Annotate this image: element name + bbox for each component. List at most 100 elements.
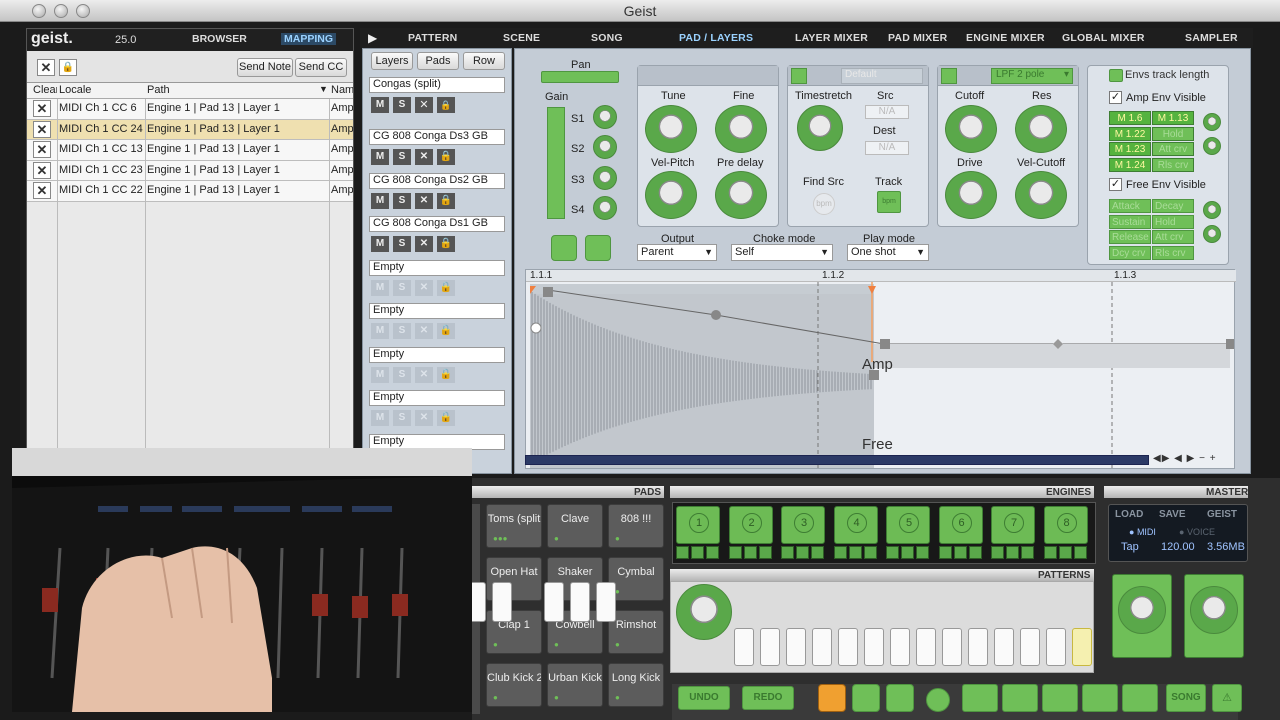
engine-step[interactable] — [706, 546, 719, 559]
pad-button[interactable]: Toms (split ●●● — [486, 504, 542, 548]
free-env-param-slot[interactable]: Dcy crv — [1109, 245, 1151, 260]
layer-name-field[interactable]: CG 808 Conga Ds2 GB — [369, 172, 505, 189]
engine-step[interactable] — [728, 546, 742, 559]
pattern-slot[interactable] — [596, 582, 616, 622]
pre-delay-knob[interactable] — [715, 171, 767, 219]
song-mode-button[interactable]: SONG — [1166, 684, 1206, 712]
drive-knob[interactable] — [945, 171, 997, 219]
pattern-slot[interactable] — [492, 582, 512, 622]
metronome-icon[interactable] — [818, 684, 846, 712]
record-mode-icon[interactable] — [852, 684, 880, 712]
engine-step[interactable] — [863, 546, 877, 559]
pattern-slot[interactable] — [734, 628, 754, 666]
engine-step[interactable] — [901, 546, 914, 559]
tab-scene[interactable]: SCENE — [503, 28, 540, 48]
pad-button[interactable]: Cymbal ● — [608, 557, 664, 601]
vel-pitch-knob[interactable] — [645, 171, 697, 219]
engine-step[interactable] — [1021, 546, 1034, 559]
pattern-slot[interactable] — [812, 628, 832, 666]
amp-macro-slot[interactable]: M 1.6 — [1109, 111, 1151, 125]
redo-button[interactable]: REDO — [742, 686, 794, 710]
layer-mute-button[interactable]: M — [371, 192, 389, 209]
free-env-knob-2[interactable] — [1203, 225, 1221, 243]
table-row[interactable]: ✕ MIDI Ch 1 CC 24 Engine 1 | Pad 13 | Laye… — [27, 119, 353, 140]
tab-pad-layers[interactable]: PAD / LAYERS — [679, 28, 753, 48]
amp-env-knob-1[interactable] — [1203, 113, 1221, 131]
timestretch-knob[interactable] — [797, 105, 843, 151]
layer-solo-button[interactable]: S — [393, 410, 411, 426]
row-clear-button[interactable]: ✕ — [33, 161, 51, 179]
layer-name-field[interactable]: Empty — [369, 390, 505, 406]
free-env-checkbox[interactable]: ✓ — [1109, 178, 1122, 191]
layer-clear-icon[interactable]: ✕ — [415, 366, 433, 383]
engine-step[interactable] — [676, 546, 689, 559]
tap-button[interactable]: Tap — [1121, 541, 1139, 553]
engine-step[interactable] — [811, 546, 824, 559]
tab-sampler[interactable]: SAMPLER — [1185, 28, 1238, 48]
pattern-slot[interactable] — [916, 628, 936, 666]
save-button[interactable]: SAVE — [1159, 509, 1186, 520]
subtab-pads[interactable]: Pads — [417, 52, 459, 70]
layer-name-field[interactable]: CG 808 Conga Ds3 GB — [369, 129, 505, 145]
track-bpm-toggle[interactable]: bpm — [877, 191, 901, 213]
pad-name-field[interactable]: Congas (split) — [369, 77, 505, 93]
envs-track-length-toggle[interactable] — [1109, 69, 1123, 82]
engine-button[interactable]: 5 — [886, 506, 930, 544]
master-volume-knob[interactable] — [1118, 586, 1166, 634]
envelope-view[interactable]: 1.1.1 1.1.2 1.1.3 Amp Free — [525, 269, 1236, 470]
layer-name-field[interactable]: CG 808 Conga Ds1 GB — [369, 216, 505, 232]
engine-step[interactable] — [886, 546, 899, 559]
layer-lock-icon[interactable]: 🔒 — [437, 323, 455, 339]
reverse-button[interactable] — [585, 235, 611, 261]
record-button[interactable] — [1082, 684, 1118, 712]
layer-solo-button[interactable]: S — [393, 366, 411, 383]
layer-name-field[interactable]: Empty — [369, 346, 505, 363]
engine-button[interactable]: 8 — [1043, 506, 1088, 544]
stack-mode-icon[interactable] — [886, 684, 914, 712]
layer-mute-button[interactable]: M — [371, 410, 389, 426]
send-cc-button[interactable]: Send CC — [295, 58, 347, 77]
load-button[interactable]: LOAD — [1115, 509, 1143, 520]
layer-item[interactable]: CG 808 Conga Ds1 GB M S ✕ 🔒 — [369, 216, 505, 252]
subtab-layers[interactable]: Layers — [371, 52, 413, 70]
layer-lock-icon[interactable]: 🔒 — [437, 410, 455, 426]
row-clear-button[interactable]: ✕ — [33, 141, 51, 158]
pattern-slot[interactable] — [942, 628, 962, 666]
pattern-slot[interactable] — [1020, 628, 1040, 666]
table-row[interactable]: ✕ MIDI Ch 1 CC 6 Engine 1 | Pad 13 | Layer… — [27, 99, 353, 120]
engine-step[interactable] — [796, 546, 809, 559]
stretch-mode-select[interactable]: Default — [841, 68, 923, 84]
warning-icon[interactable]: ⚠ — [1212, 684, 1242, 712]
engine-step[interactable] — [691, 546, 704, 559]
engine-step[interactable] — [758, 546, 772, 559]
pad-button[interactable]: Clave ● — [547, 504, 603, 548]
amp-macro-slot[interactable]: M 1.24 — [1109, 157, 1151, 172]
layer-clear-icon[interactable]: ✕ — [415, 323, 433, 339]
choke-mode-select[interactable]: Self ▼ — [731, 244, 833, 261]
layer-solo-button[interactable]: S — [393, 149, 411, 165]
amp-macro-slot[interactable]: M 1.13 — [1152, 111, 1194, 125]
vel-cutoff-knob[interactable] — [1015, 171, 1067, 219]
layer-item[interactable]: Empty MS✕🔒 — [369, 303, 505, 339]
free-env-param-slot[interactable]: Sustain — [1109, 214, 1151, 229]
free-env-param-slot[interactable]: Attack — [1109, 199, 1151, 213]
minimize-window-button[interactable] — [54, 4, 68, 18]
bpm-button[interactable]: bpm — [813, 193, 835, 215]
send4-knob[interactable] — [593, 196, 617, 220]
amp-macro-slot[interactable]: Att crv — [1152, 142, 1194, 156]
send3-knob[interactable] — [593, 166, 617, 190]
row-clear-button[interactable]: ✕ — [33, 100, 51, 117]
tab-pad-mixer[interactable]: PAD MIXER — [888, 28, 947, 48]
layer-lock-icon[interactable]: 🔒 — [437, 149, 455, 165]
engine-step[interactable] — [848, 546, 862, 559]
amp-macro-slot[interactable]: Hold — [1152, 126, 1194, 141]
filter-enable-toggle[interactable] — [941, 68, 957, 84]
engine-button[interactable]: 4 — [833, 506, 878, 544]
repeat-button[interactable] — [1122, 684, 1158, 712]
engine-button[interactable]: 6 — [938, 506, 983, 544]
layer-lock-icon[interactable]: 🔒 — [437, 236, 455, 252]
engine-step[interactable] — [991, 546, 1004, 559]
engine-step[interactable] — [968, 546, 982, 559]
pad-button[interactable]: Urban Kick ● — [547, 663, 603, 707]
engine-step[interactable] — [1073, 546, 1087, 559]
